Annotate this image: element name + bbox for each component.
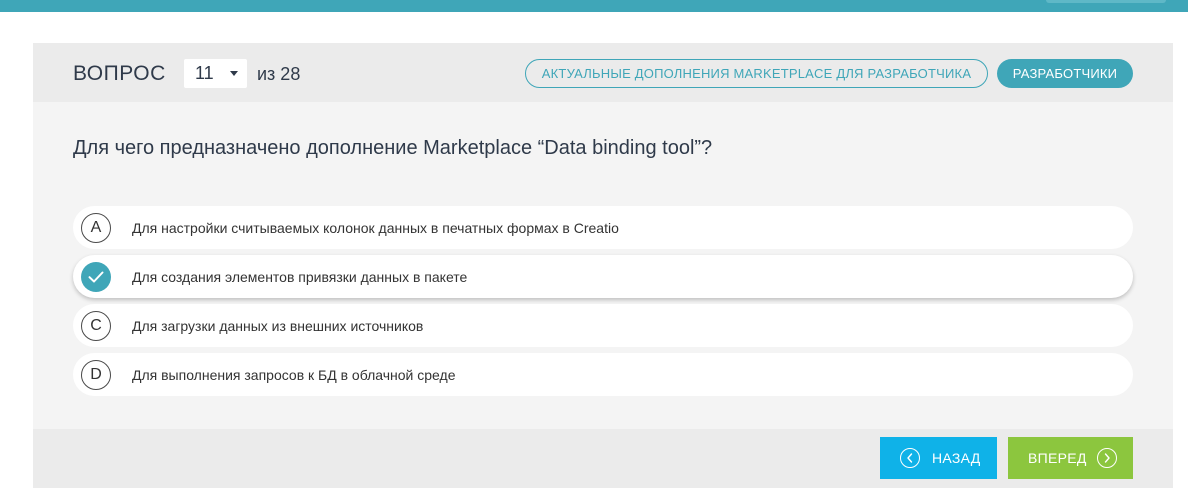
answer-option-c[interactable]: C Для загрузки данных из внешних источни…: [73, 304, 1133, 347]
answer-option-d[interactable]: D Для выполнения запросов к БД в облачно…: [73, 353, 1133, 396]
back-button-label: НАЗАД: [932, 450, 981, 466]
answer-text: Для настройки считываемых колонок данных…: [132, 220, 619, 236]
question-label: ВОПРОС: [73, 62, 166, 85]
answer-option-a[interactable]: A Для настройки считываемых колонок данн…: [73, 206, 1133, 249]
chevron-right-icon: [1096, 448, 1117, 468]
back-button[interactable]: НАЗАД: [880, 437, 997, 479]
answer-text: Для создания элементов привязки данных в…: [132, 269, 468, 285]
answer-option-b[interactable]: Для создания элементов привязки данных в…: [73, 255, 1133, 298]
chevron-left-icon: [900, 448, 920, 468]
next-button[interactable]: ВПЕРЕД: [1008, 437, 1133, 479]
question-number-value: 11: [195, 63, 214, 83]
answer-letter-badge: C: [81, 311, 111, 341]
answer-letter-badge: D: [81, 360, 111, 390]
quiz-card: ВОПРОС 11 из 28 АКТУАЛЬНЫЕ ДОПОЛНЕНИЯ MA…: [33, 43, 1173, 488]
question-number-select[interactable]: 11: [184, 59, 247, 88]
role-tag[interactable]: РАЗРАБОТЧИКИ: [997, 59, 1133, 88]
top-bar-tab[interactable]: [1046, 0, 1166, 3]
top-bar: [0, 0, 1188, 12]
answer-text: Для выполнения запросов к БД в облачной …: [132, 367, 456, 383]
answer-text: Для загрузки данных из внешних источнико…: [132, 318, 424, 334]
question-text: Для чего предназначено дополнение Market…: [73, 137, 713, 159]
quiz-footer: НАЗАД ВПЕРЕД: [33, 429, 1173, 488]
chevron-down-icon: [230, 71, 238, 76]
checkmark-icon: [81, 262, 111, 292]
topic-tag[interactable]: АКТУАЛЬНЫЕ ДОПОЛНЕНИЯ MARKETPLACE ДЛЯ РА…: [525, 59, 988, 88]
next-button-label: ВПЕРЕД: [1028, 450, 1087, 466]
quiz-header: ВОПРОС 11 из 28 АКТУАЛЬНЫЕ ДОПОЛНЕНИЯ MA…: [33, 43, 1173, 102]
question-total: из 28: [257, 64, 301, 84]
answer-letter-badge: A: [81, 213, 111, 243]
